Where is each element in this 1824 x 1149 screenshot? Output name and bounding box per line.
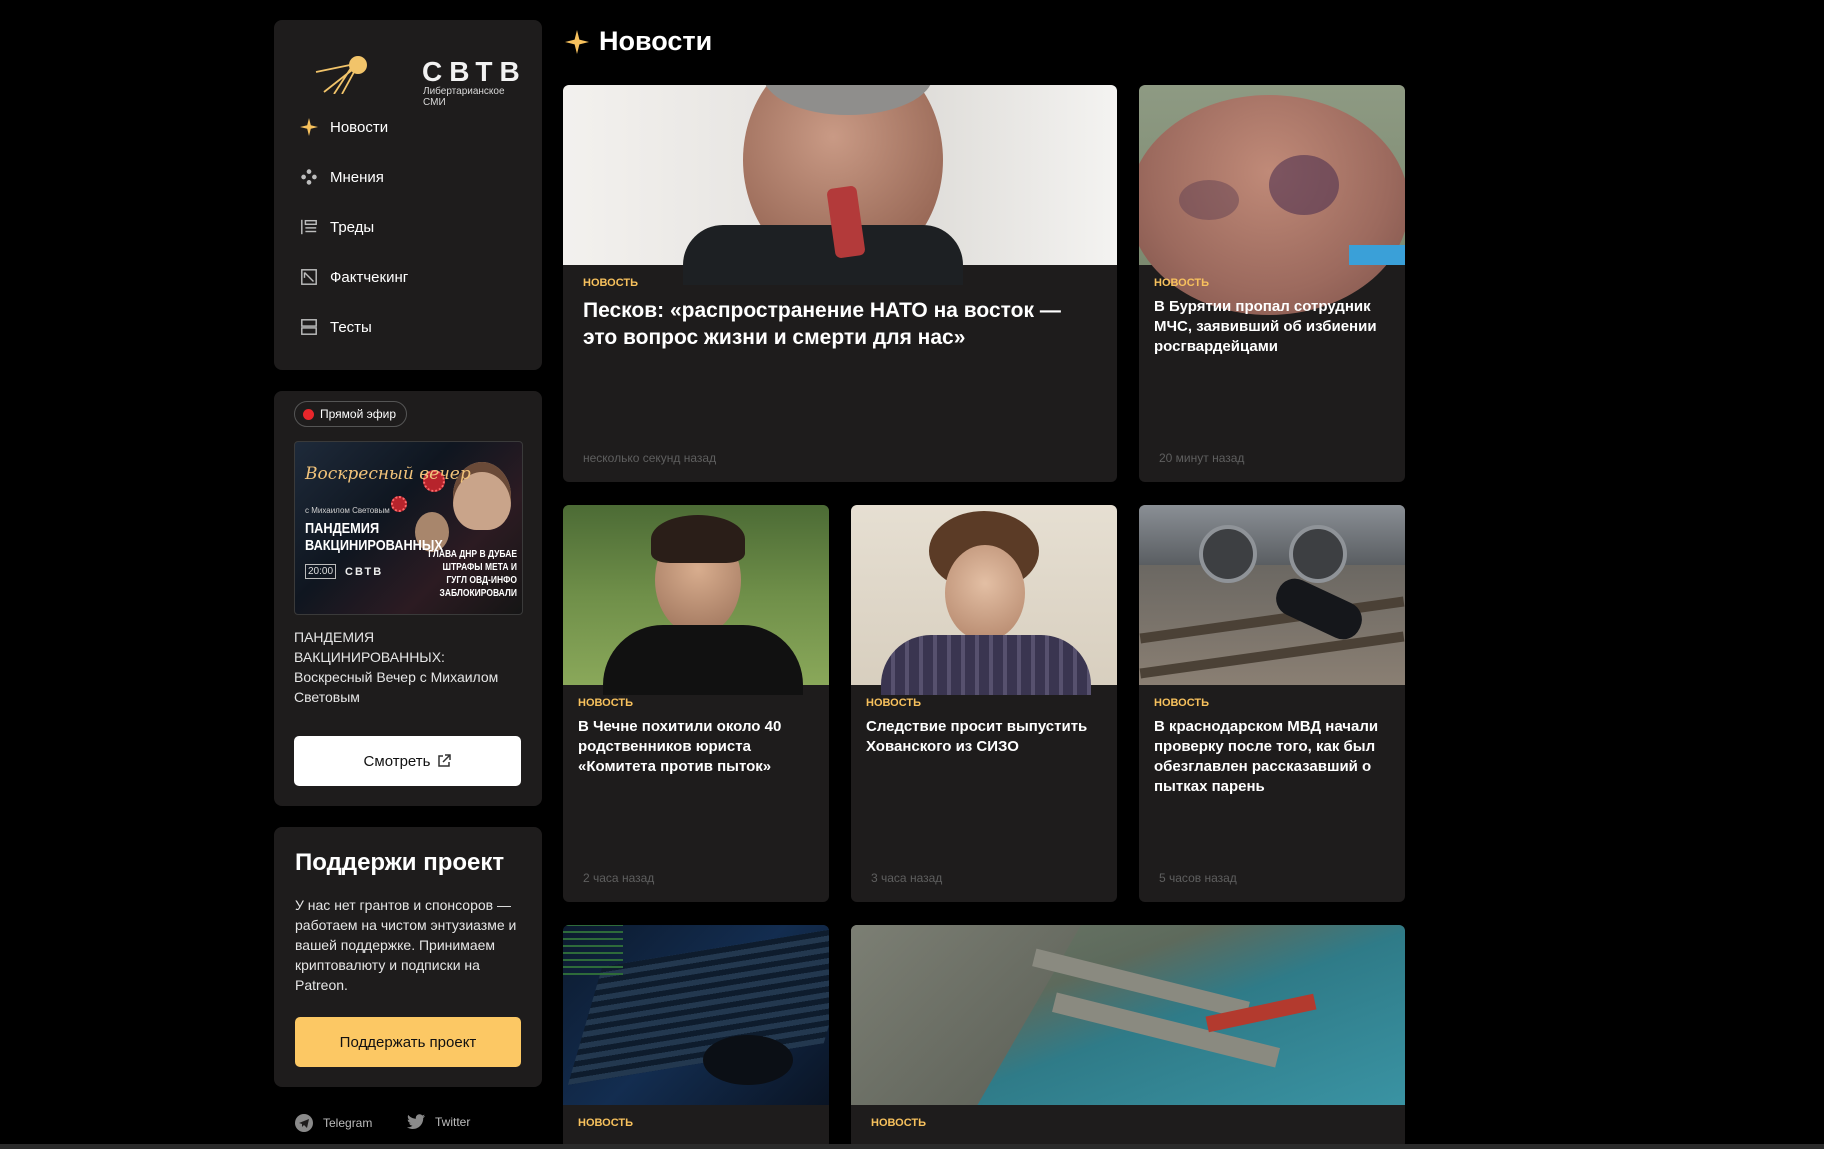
support-button[interactable]: Поддержать проект: [295, 1017, 521, 1067]
article-card[interactable]: Новость В Бурятии пропал сотрудник МЧС, …: [1139, 85, 1405, 482]
article-tag: Новость: [578, 697, 634, 709]
nav-item-news[interactable]: Новости: [298, 112, 388, 142]
nav-item-label: Мнения: [330, 168, 384, 186]
support-panel: Поддержи проект У нас нет грантов и спон…: [274, 827, 542, 1087]
article-image: [563, 85, 1117, 285]
thumb-show-title: Воскресный вечер: [305, 464, 471, 484]
brand-name: СВТВ: [422, 56, 527, 87]
window-bottom-edge: [0, 1144, 1824, 1149]
article-time: 20 минут назад: [1159, 451, 1245, 465]
article-time: 2 часа назад: [583, 871, 655, 885]
nav-item-label: Треды: [330, 218, 375, 236]
live-badge-label: Прямой эфир: [320, 407, 396, 421]
live-stream-description: ПАНДЕМИЯ ВАКЦИНИРОВАННЫХ: Воскресный Веч…: [294, 629, 499, 705]
article-tag: Новость: [1154, 277, 1210, 289]
nav-item-opinions[interactable]: Мнения: [298, 162, 384, 192]
thumb-host: с Михаилом Световым: [305, 506, 390, 515]
sparkle-icon: [565, 29, 589, 54]
live-stream-panel: Прямой эфир Воскресный вечер с Михаилом …: [274, 391, 542, 806]
article-card[interactable]: Новость Следствие просит выпустить Хован…: [851, 505, 1117, 902]
support-title: Поддержи проект: [295, 849, 505, 876]
brand-tagline: Либертарианское СМИ: [423, 86, 505, 108]
thumb-topics: ГЛАВА ДНР В ДУБАЕ ШТРАФЫ МЕТА И ГУГЛ ОВД…: [428, 549, 517, 599]
article-image: [563, 925, 829, 1105]
article-time: 3 часа назад: [871, 871, 943, 885]
article-image: [1139, 85, 1405, 315]
dots-cluster-icon: [298, 166, 320, 188]
tests-icon: [298, 316, 320, 338]
nav-item-label: Тесты: [330, 318, 372, 336]
virus-icon: [391, 496, 407, 512]
support-text: У нас нет грантов и спонсоров — работаем…: [295, 897, 517, 993]
nav-item-factcheck[interactable]: Фактчекинг: [298, 262, 408, 292]
article-time: несколько секунд назад: [583, 451, 717, 465]
page-header: Новости: [565, 26, 712, 57]
article-time: 5 часов назад: [1159, 871, 1237, 885]
page-title: Новости: [599, 26, 713, 56]
article-image: [563, 505, 829, 695]
twitter-label: Twitter: [435, 1115, 471, 1129]
article-title[interactable]: Песков: «распространение НАТО на восток …: [583, 297, 1093, 351]
article-tag: Новость: [866, 697, 922, 709]
live-badge[interactable]: Прямой эфир: [294, 401, 407, 427]
article-image: [851, 505, 1117, 695]
twitter-link[interactable]: Twitter: [406, 1113, 470, 1131]
nav-item-threads[interactable]: Треды: [298, 212, 374, 242]
watch-button-label: Смотреть: [363, 752, 431, 770]
article-card[interactable]: Новость В краснодарском МВД начали прове…: [1139, 505, 1405, 902]
article-card[interactable]: Новость: [563, 925, 829, 1149]
article-title[interactable]: В Бурятии пропал сотрудник МЧС, заявивши…: [1154, 297, 1390, 357]
article-card[interactable]: Новость: [851, 925, 1405, 1149]
factcheck-icon: [298, 266, 320, 288]
thumb-headline: ПАНДЕМИЯ ВАКЦИНИРОВАННЫХ: [305, 520, 443, 554]
nav-item-label: Фактчекинг: [330, 268, 409, 286]
article-tag: Новость: [871, 1117, 927, 1129]
article-image: [851, 925, 1405, 1105]
article-title[interactable]: Следствие просит выпустить Хованского из…: [866, 717, 1102, 757]
article-card[interactable]: Новость В Чечне похитили около 40 родств…: [563, 505, 829, 902]
nav-item-label: Новости: [330, 118, 389, 136]
thumb-time: 20:00: [305, 564, 337, 579]
sparkle-icon: [298, 116, 320, 138]
threads-icon: [298, 216, 320, 238]
live-stream-thumbnail[interactable]: Воскресный вечер с Михаилом Световым ПАН…: [294, 441, 523, 615]
article-title[interactable]: В краснодарском МВД начали проверку посл…: [1154, 717, 1390, 797]
brand-logo[interactable]: СВТВ Либертарианское СМИ: [314, 38, 520, 108]
telegram-link[interactable]: Telegram: [294, 1113, 372, 1133]
article-title[interactable]: В Чечне похитили около 40 родственников …: [578, 717, 814, 777]
sidebar-nav: СВТВ Либертарианское СМИ Новости Мнения …: [274, 20, 542, 370]
article-tag: Новость: [1154, 697, 1210, 709]
telegram-icon: [295, 1114, 313, 1132]
article-tag: Новость: [578, 1117, 634, 1129]
twitter-icon: [407, 1114, 425, 1129]
article-tag: Новость: [583, 277, 639, 289]
sputnik-logo-icon: [315, 56, 367, 94]
external-link-icon: [438, 754, 452, 767]
watch-button[interactable]: Смотреть: [294, 736, 521, 786]
article-card[interactable]: Новость Песков: «распространение НАТО на…: [563, 85, 1117, 482]
telegram-label: Telegram: [323, 1116, 373, 1130]
live-dot-icon: [303, 408, 314, 420]
article-image: [1139, 505, 1405, 685]
thumb-logo: СВТВ: [345, 566, 384, 578]
nav-item-tests[interactable]: Тесты: [298, 312, 372, 342]
